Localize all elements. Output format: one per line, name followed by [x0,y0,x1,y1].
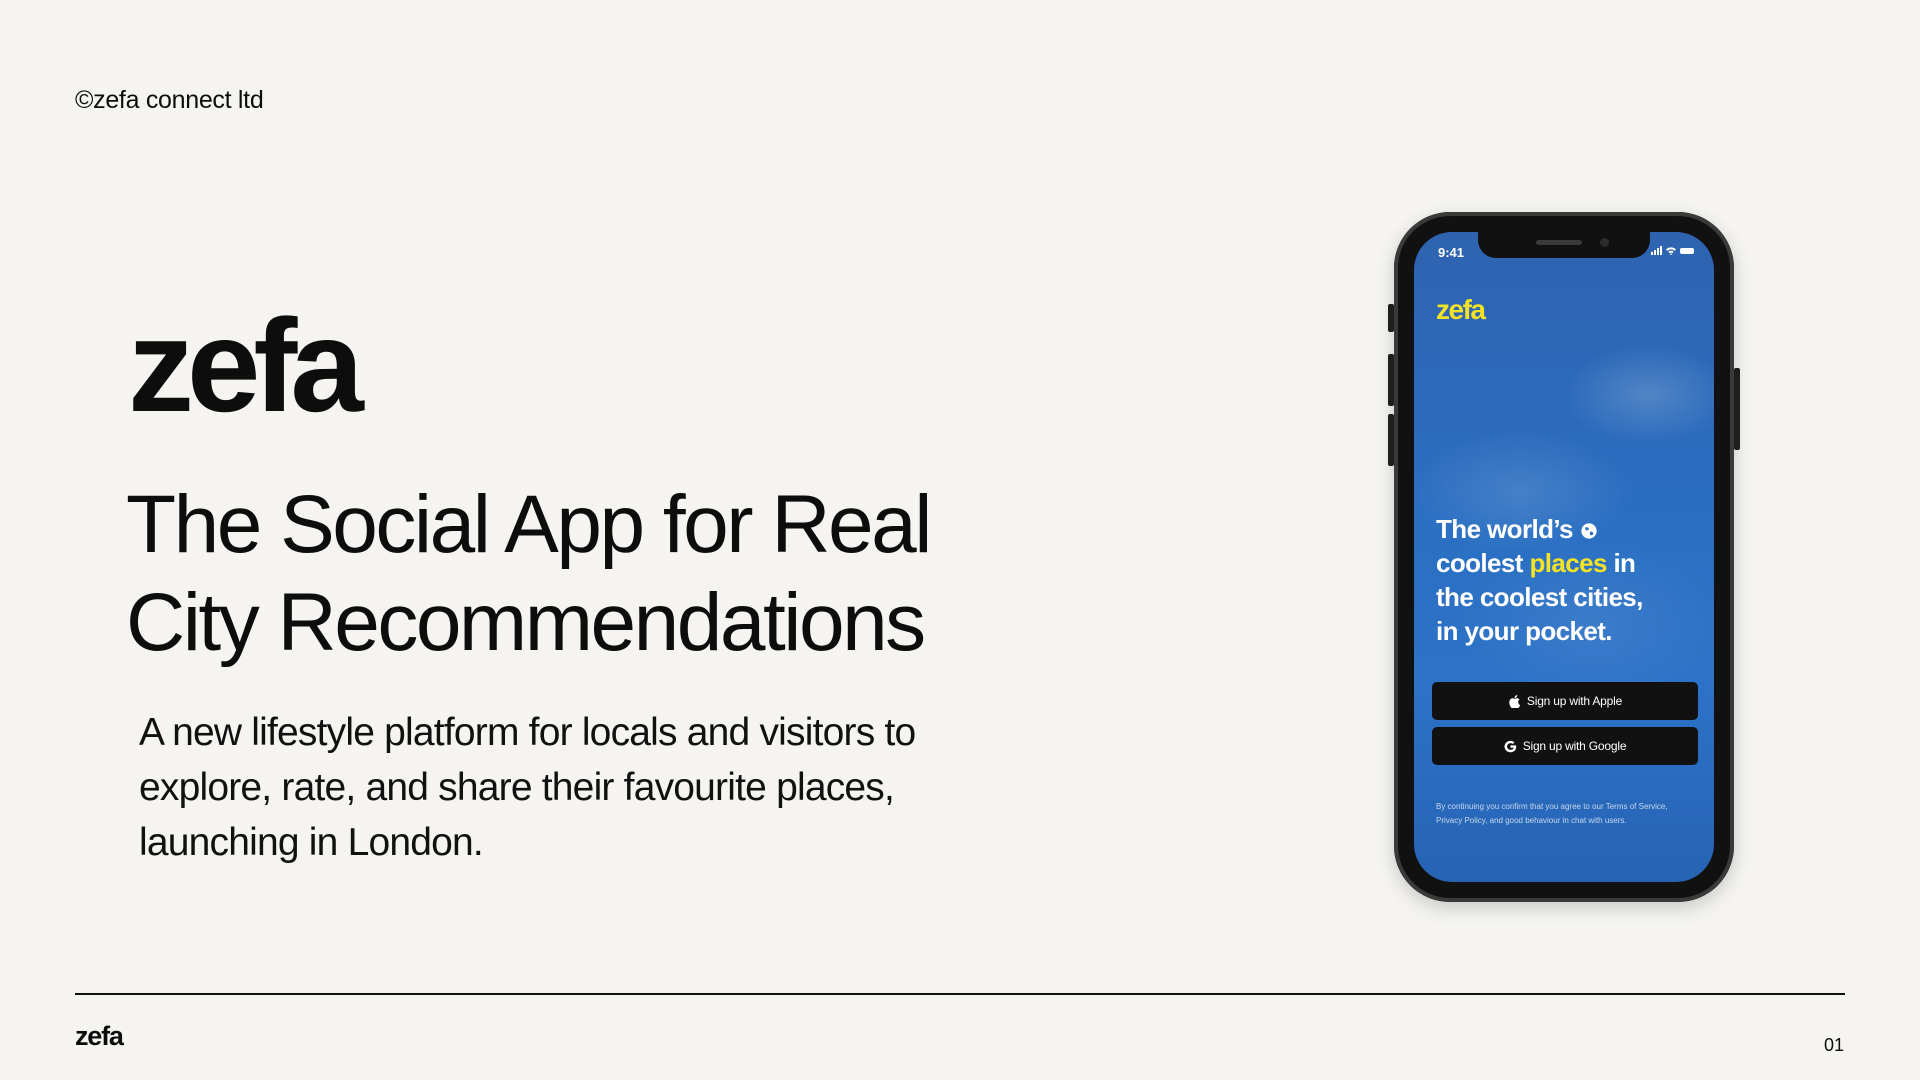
footer-divider [75,993,1845,995]
phone-volume-up [1388,354,1394,406]
phone-mockup: 9:41 zefa The world’s coolest places in … [1388,212,1740,902]
phone-notch [1478,232,1650,258]
tagline-highlight: places [1529,548,1607,578]
subtext: A new lifestyle platform for locals and … [139,711,916,864]
apple-button-label: Sign up with Apple [1526,694,1623,708]
sign-up-google-button[interactable]: Sign up with Google [1432,727,1698,765]
status-time: 9:41 [1438,245,1465,260]
app-logo: zefa [1436,294,1486,325]
sign-up-apple-button[interactable]: Sign up with Apple [1432,682,1698,720]
legal-disclaimer: By continuing you confirm that you agree… [1436,802,1668,825]
camera-icon [1600,238,1609,247]
speaker-grille [1536,240,1582,245]
phone-volume-down [1388,414,1394,466]
copyright-text: ©zefa connect ltd [75,86,264,114]
footer-logo: zefa [75,1021,124,1051]
phone-mute-switch [1388,304,1394,332]
page-number: 01 [1823,1035,1844,1055]
phone-power-button [1734,368,1740,450]
wifi-icon [1666,246,1676,255]
app-tagline: The world’s coolest places in the cooles… [1436,512,1666,648]
headline: The Social App for Real City Recommendat… [126,479,932,668]
tagline-part-2: coolest [1436,548,1523,578]
brand-logo: zefa [128,292,364,439]
google-icon [1504,740,1516,752]
globe-icon [1580,523,1597,539]
apple-icon [1509,694,1521,708]
signal-icon [1651,246,1662,255]
battery-icon [1680,247,1694,254]
status-icons [1651,246,1694,255]
google-button-label: Sign up with Google [1522,739,1627,753]
tagline-part-1: The world’s [1436,514,1574,544]
phone-screen: 9:41 zefa The world’s coolest places in … [1414,232,1714,882]
